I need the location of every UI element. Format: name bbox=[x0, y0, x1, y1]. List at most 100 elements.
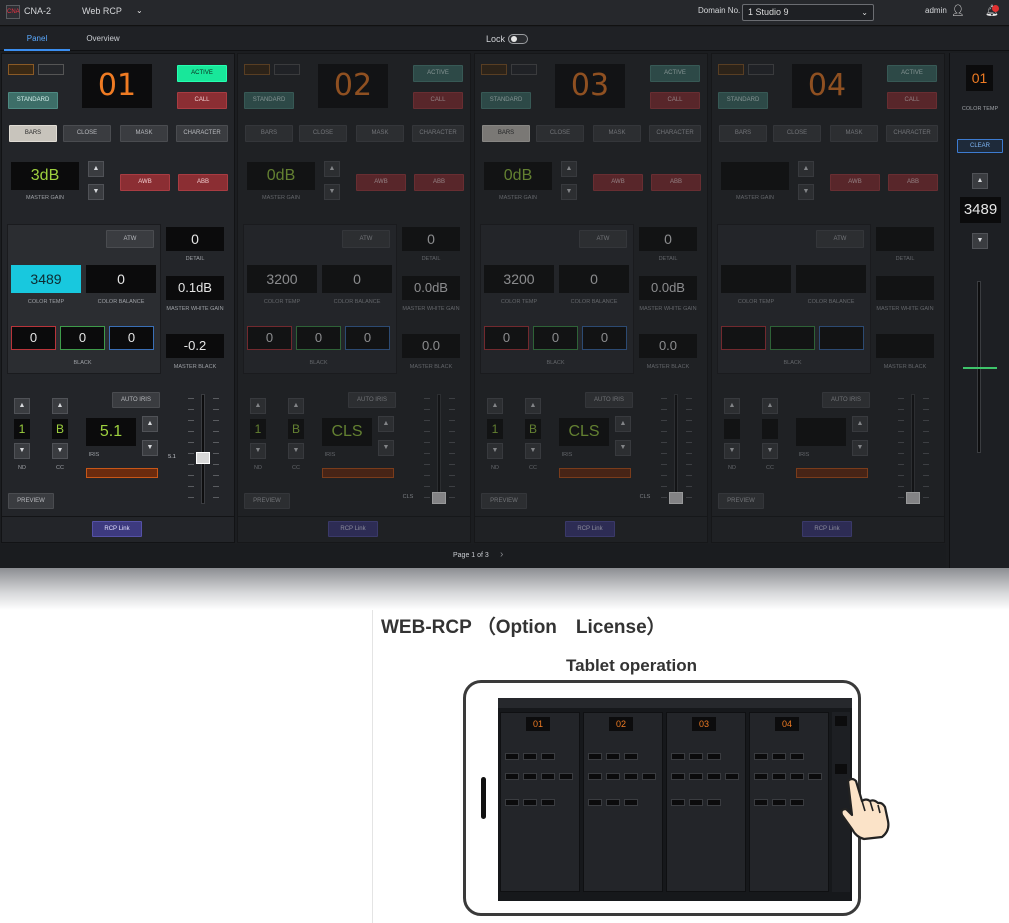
bars-button[interactable]: BARS bbox=[245, 125, 293, 142]
standard-button[interactable]: STANDARD bbox=[8, 92, 58, 109]
abb-button[interactable]: ABB bbox=[651, 174, 701, 191]
rcp-link-button[interactable]: RCP Link bbox=[565, 521, 615, 537]
awb-button[interactable]: AWB bbox=[356, 174, 406, 191]
awb-button[interactable]: AWB bbox=[593, 174, 643, 191]
atw-button[interactable]: ATW bbox=[579, 230, 627, 248]
gain-up-button[interactable]: ▲ bbox=[88, 161, 104, 177]
nd-down-button[interactable]: ▼ bbox=[724, 443, 740, 459]
character-button[interactable]: CHARACTER bbox=[412, 125, 464, 142]
preview-button[interactable]: PREVIEW bbox=[8, 493, 54, 509]
color-temp-display[interactable]: 3200 bbox=[247, 265, 317, 293]
color-temp-display[interactable] bbox=[721, 265, 791, 293]
awb-button[interactable]: AWB bbox=[120, 174, 170, 191]
color-balance-display[interactable]: 0 bbox=[559, 265, 629, 293]
cc-down-button[interactable]: ▼ bbox=[52, 443, 68, 459]
iris-up-button[interactable]: ▲ bbox=[142, 416, 158, 432]
iris-down-button[interactable]: ▼ bbox=[615, 440, 631, 456]
black-green-display[interactable]: 0 bbox=[60, 326, 105, 350]
black-green-display[interactable]: 0 bbox=[296, 326, 341, 350]
atw-button[interactable]: ATW bbox=[342, 230, 390, 248]
preview-button[interactable]: PREVIEW bbox=[244, 493, 290, 509]
black-red-display[interactable]: 0 bbox=[247, 326, 292, 350]
gain-down-button[interactable]: ▼ bbox=[561, 184, 577, 200]
bars-button[interactable]: BARS bbox=[482, 125, 530, 142]
cc-up-button[interactable]: ▲ bbox=[762, 398, 778, 414]
bars-button[interactable]: BARS bbox=[719, 125, 767, 142]
iris-fader-track[interactable] bbox=[201, 394, 205, 504]
iris-down-button[interactable]: ▼ bbox=[852, 440, 868, 456]
user-icon[interactable]: 👤︎ bbox=[951, 6, 965, 17]
color-temp-display[interactable]: 3489 bbox=[11, 265, 81, 293]
abb-button[interactable]: ABB bbox=[414, 174, 464, 191]
close-button[interactable]: CLOSE bbox=[299, 125, 347, 142]
lock-toggle[interactable] bbox=[508, 34, 528, 44]
mask-button[interactable]: MASK bbox=[593, 125, 641, 142]
side-fader-marker[interactable] bbox=[963, 367, 997, 369]
black-red-display[interactable]: 0 bbox=[11, 326, 56, 350]
iris-down-button[interactable]: ▼ bbox=[378, 440, 394, 456]
active-button[interactable]: ACTIVE bbox=[650, 65, 700, 82]
iris-up-button[interactable]: ▲ bbox=[378, 416, 394, 432]
gain-down-button[interactable]: ▼ bbox=[88, 184, 104, 200]
cc-up-button[interactable]: ▲ bbox=[52, 398, 68, 414]
cc-down-button[interactable]: ▼ bbox=[762, 443, 778, 459]
iris-fader-track[interactable] bbox=[674, 394, 678, 504]
color-balance-display[interactable] bbox=[796, 265, 866, 293]
call-button[interactable]: CALL bbox=[177, 92, 227, 109]
tab-overview[interactable]: Overview bbox=[78, 27, 128, 51]
next-page-button[interactable]: › bbox=[500, 549, 503, 560]
close-button[interactable]: CLOSE bbox=[773, 125, 821, 142]
domain-select[interactable]: 1 Studio 9 ⌄ bbox=[742, 4, 874, 21]
gain-up-button[interactable]: ▲ bbox=[798, 161, 814, 177]
iris-fader-knob[interactable] bbox=[196, 452, 210, 464]
mask-button[interactable]: MASK bbox=[120, 125, 168, 142]
rcp-link-button[interactable]: RCP Link bbox=[328, 521, 378, 537]
preview-button[interactable]: PREVIEW bbox=[718, 493, 764, 509]
abb-button[interactable]: ABB bbox=[178, 174, 228, 191]
black-blue-display[interactable]: 0 bbox=[582, 326, 627, 350]
gain-down-button[interactable]: ▼ bbox=[798, 184, 814, 200]
bars-button[interactable]: BARS bbox=[9, 125, 57, 142]
active-button[interactable]: ACTIVE bbox=[887, 65, 937, 82]
black-red-display[interactable]: 0 bbox=[484, 326, 529, 350]
nd-up-button[interactable]: ▲ bbox=[724, 398, 740, 414]
black-red-display[interactable] bbox=[721, 326, 766, 350]
mask-button[interactable]: MASK bbox=[356, 125, 404, 142]
gain-down-button[interactable]: ▼ bbox=[324, 184, 340, 200]
standard-button[interactable]: STANDARD bbox=[481, 92, 531, 109]
black-blue-display[interactable] bbox=[819, 326, 864, 350]
side-up-button[interactable]: ▲ bbox=[972, 173, 988, 189]
auto-iris-button[interactable]: AUTO IRIS bbox=[585, 392, 633, 408]
nd-down-button[interactable]: ▼ bbox=[14, 443, 30, 459]
iris-fader-track[interactable] bbox=[437, 394, 441, 504]
preview-button[interactable]: PREVIEW bbox=[481, 493, 527, 509]
iris-down-button[interactable]: ▼ bbox=[142, 440, 158, 456]
clear-button[interactable]: CLEAR bbox=[957, 139, 1003, 153]
iris-fader-track[interactable] bbox=[911, 394, 915, 504]
close-button[interactable]: CLOSE bbox=[63, 125, 111, 142]
call-button[interactable]: CALL bbox=[413, 92, 463, 109]
iris-fader-knob[interactable] bbox=[432, 492, 446, 504]
cc-up-button[interactable]: ▲ bbox=[525, 398, 541, 414]
call-button[interactable]: CALL bbox=[887, 92, 937, 109]
active-button[interactable]: ACTIVE bbox=[177, 65, 227, 82]
cc-up-button[interactable]: ▲ bbox=[288, 398, 304, 414]
cc-down-button[interactable]: ▼ bbox=[525, 443, 541, 459]
atw-button[interactable]: ATW bbox=[816, 230, 864, 248]
nd-down-button[interactable]: ▼ bbox=[487, 443, 503, 459]
gain-up-button[interactable]: ▲ bbox=[561, 161, 577, 177]
abb-button[interactable]: ABB bbox=[888, 174, 938, 191]
iris-up-button[interactable]: ▲ bbox=[615, 416, 631, 432]
black-blue-display[interactable]: 0 bbox=[345, 326, 390, 350]
auto-iris-button[interactable]: AUTO IRIS bbox=[348, 392, 396, 408]
iris-up-button[interactable]: ▲ bbox=[852, 416, 868, 432]
awb-button[interactable]: AWB bbox=[830, 174, 880, 191]
character-button[interactable]: CHARACTER bbox=[649, 125, 701, 142]
standard-button[interactable]: STANDARD bbox=[718, 92, 768, 109]
mask-button[interactable]: MASK bbox=[830, 125, 878, 142]
rcp-link-button[interactable]: RCP Link bbox=[92, 521, 142, 537]
nd-down-button[interactable]: ▼ bbox=[250, 443, 266, 459]
black-green-display[interactable] bbox=[770, 326, 815, 350]
close-button[interactable]: CLOSE bbox=[536, 125, 584, 142]
iris-fader-knob[interactable] bbox=[906, 492, 920, 504]
